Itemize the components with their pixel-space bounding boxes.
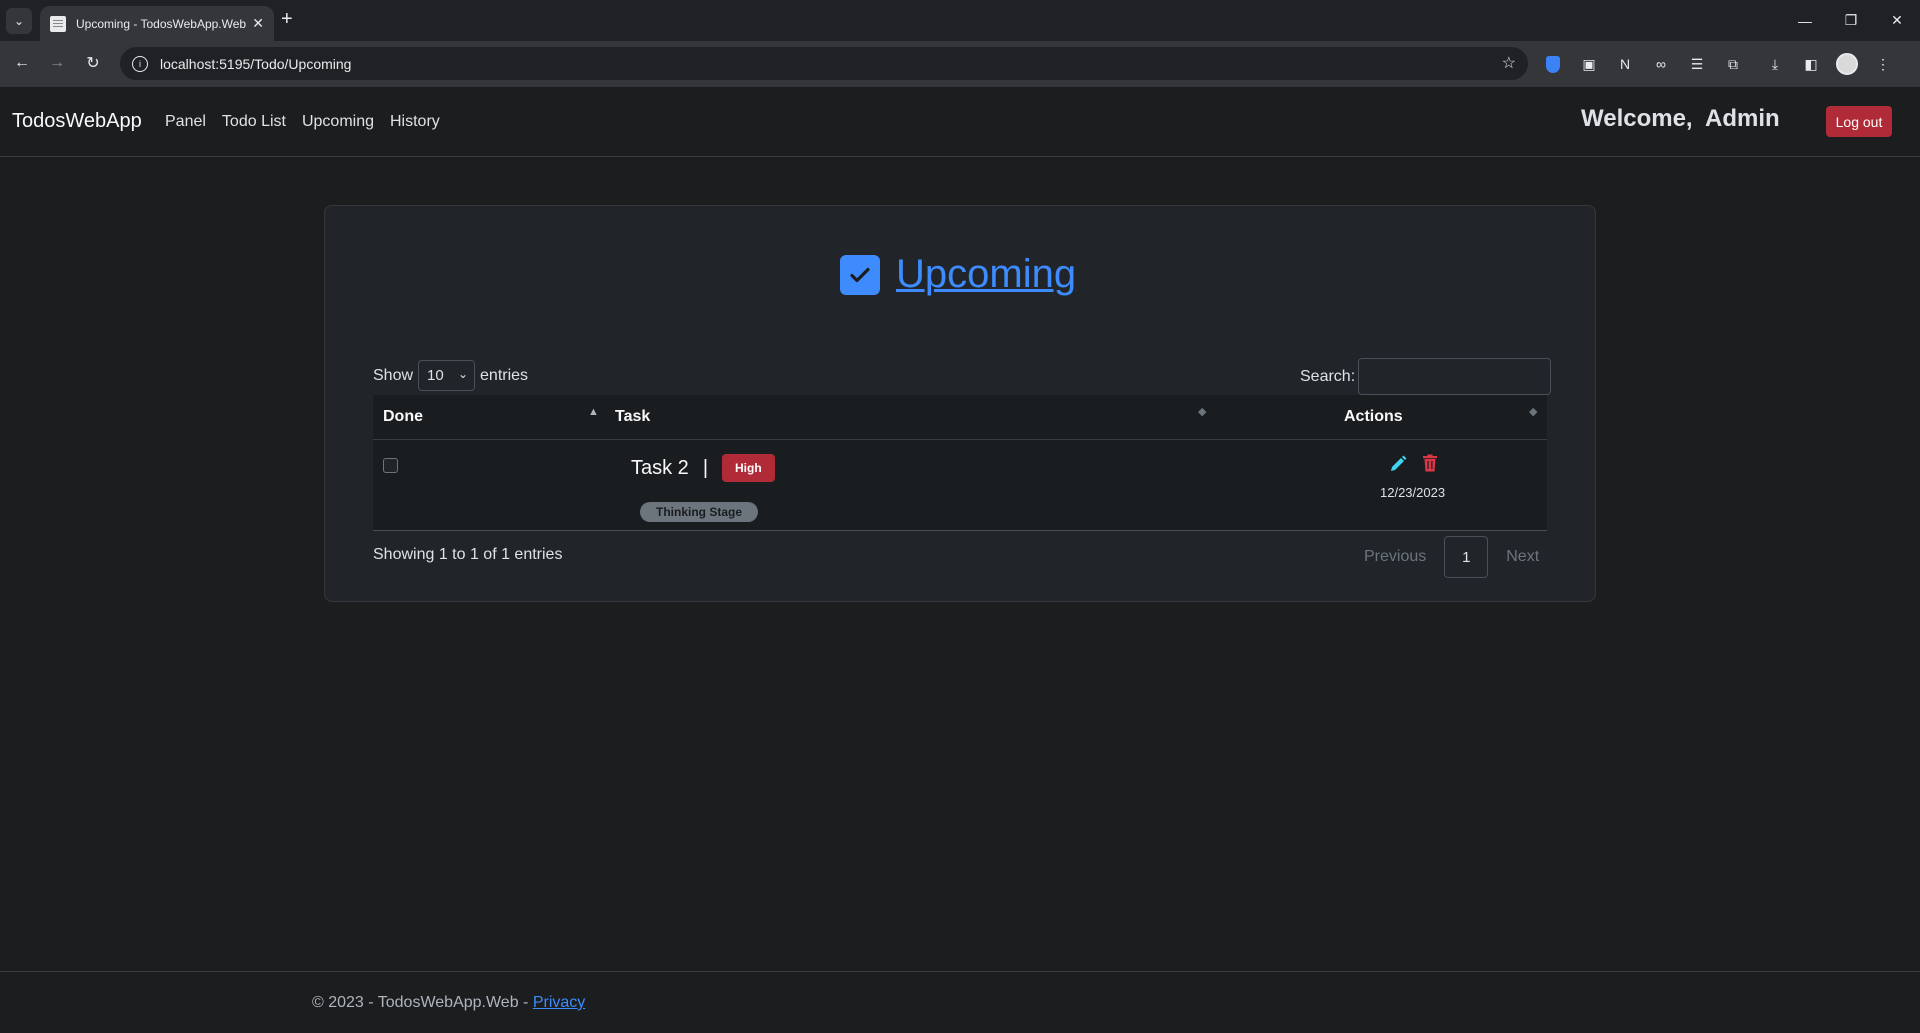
minimize-icon[interactable]: — (1782, 0, 1828, 41)
restore-icon[interactable]: ❐ (1828, 0, 1874, 41)
nav-link-upcoming[interactable]: Upcoming (302, 113, 374, 131)
todo-card: Upcoming Show 10 ⌄ entries Search: Done … (324, 205, 1596, 602)
downloads-icon[interactable]: ⤓ (1764, 53, 1786, 75)
task-separator: | (702, 456, 709, 479)
forward-icon[interactable]: → (45, 51, 69, 75)
pagination: Previous 1 Next (1346, 536, 1557, 578)
extensions-area: ▣ N ∞ ☰ ⧉ ⤓ ◧ ⋮ (1542, 53, 1894, 75)
table-header: Done ▲ Task ◆ Actions ◆ (373, 395, 1547, 440)
footer-text: © 2023 - TodosWebApp.Web - Privacy (312, 994, 585, 1012)
logout-button[interactable]: Log out (1826, 106, 1892, 137)
task-name: Task 2 (631, 456, 689, 479)
reader-extension-icon[interactable]: ☰ (1686, 53, 1708, 75)
page-heading: Upcoming (840, 252, 1076, 297)
side-panel-icon[interactable]: ◧ (1800, 53, 1822, 75)
window-controls: — ❐ ✕ (1782, 0, 1920, 41)
task-title-line: Task 2 | High (631, 454, 775, 482)
table-info: Showing 1 to 1 of 1 entries (373, 546, 563, 563)
page-length-control: Show 10 ⌄ entries (373, 360, 528, 391)
brand-link[interactable]: TodosWebApp (12, 110, 142, 133)
sort-ascending-icon[interactable]: ▲ (588, 407, 599, 418)
glasses-extension-icon[interactable]: ∞ (1650, 53, 1672, 75)
browser-tab[interactable]: Upcoming - TodosWebApp.Web ✕ (40, 6, 274, 41)
profile-avatar[interactable] (1836, 53, 1858, 75)
show-label: Show (373, 366, 414, 384)
nav-link-history[interactable]: History (390, 113, 440, 131)
search-label: Search: (1300, 367, 1356, 385)
tab-title: Upcoming - TodosWebApp.Web (76, 16, 246, 31)
page-button-current[interactable]: 1 (1444, 536, 1489, 578)
reload-icon[interactable]: ↻ (81, 51, 105, 75)
column-header-actions[interactable]: Actions (1344, 408, 1403, 426)
app-navbar: TodosWebApp Panel Todo List Upcoming His… (0, 87, 1920, 157)
extension-icon[interactable]: ▣ (1578, 53, 1600, 75)
extensions-puzzle-icon[interactable]: ⧉ (1722, 53, 1744, 75)
browser-menu-icon[interactable]: ⋮ (1872, 53, 1894, 75)
close-window-icon[interactable]: ✕ (1874, 0, 1920, 41)
page-title[interactable]: Upcoming (896, 252, 1076, 297)
new-tab-icon[interactable]: + (281, 8, 293, 31)
tab-search-chevron-icon[interactable]: ⌄ (6, 8, 32, 34)
copyright-text: © 2023 - TodosWebApp.Web - (312, 994, 533, 1011)
checkbox-square-icon (840, 254, 880, 295)
tab-close-icon[interactable]: ✕ (252, 15, 264, 32)
nav-link-todo-list[interactable]: Todo List (222, 113, 286, 131)
page-length-select[interactable]: 10 ⌄ (418, 360, 476, 391)
stage-badge: Thinking Stage (640, 502, 759, 522)
url-text: localhost:5195/Todo/Upcoming (160, 55, 352, 72)
search-control: Search: (1300, 358, 1552, 395)
done-checkbox[interactable] (383, 458, 398, 473)
address-bar[interactable]: i localhost:5195/Todo/Upcoming ☆ (120, 47, 1528, 80)
next-button[interactable]: Next (1488, 536, 1557, 578)
sort-both-icon[interactable]: ◆ (1529, 407, 1537, 418)
site-info-icon[interactable]: i (132, 55, 148, 72)
welcome-text: Welcome, Admin (1581, 105, 1780, 132)
page-length-value: 10 (427, 367, 444, 384)
page-footer: © 2023 - TodosWebApp.Web - Privacy (0, 971, 1920, 1033)
sort-both-icon[interactable]: ◆ (1198, 407, 1206, 418)
back-icon[interactable]: ← (10, 51, 34, 75)
nav-links: Panel Todo List Upcoming History (165, 113, 440, 131)
privacy-link[interactable]: Privacy (533, 994, 585, 1011)
search-input[interactable] (1358, 358, 1552, 395)
bookmark-star-icon[interactable]: ☆ (1502, 53, 1516, 73)
trash-delete-icon[interactable] (1422, 454, 1438, 472)
page-favicon-icon (50, 15, 66, 32)
chevron-down-icon: ⌄ (457, 367, 469, 381)
table-row: Task 2 | High Thinking Stage 12/23/2023 (373, 440, 1547, 531)
browser-toolbar: ← → ↻ i localhost:5195/Todo/Upcoming ☆ ▣… (0, 41, 1920, 87)
previous-button[interactable]: Previous (1346, 536, 1444, 578)
entries-label: entries (480, 366, 529, 384)
column-header-done[interactable]: Done (383, 408, 423, 426)
due-date: 12/23/2023 (1380, 485, 1446, 500)
notion-extension-icon[interactable]: N (1614, 53, 1636, 75)
priority-badge: High (722, 454, 775, 482)
column-header-task[interactable]: Task (615, 408, 650, 426)
bitwarden-extension-icon[interactable] (1542, 53, 1564, 75)
browser-tabstrip: ⌄ Upcoming - TodosWebApp.Web ✕ + — ❐ ✕ (0, 0, 1920, 41)
nav-link-panel[interactable]: Panel (165, 113, 206, 131)
pencil-edit-icon[interactable] (1388, 454, 1408, 474)
